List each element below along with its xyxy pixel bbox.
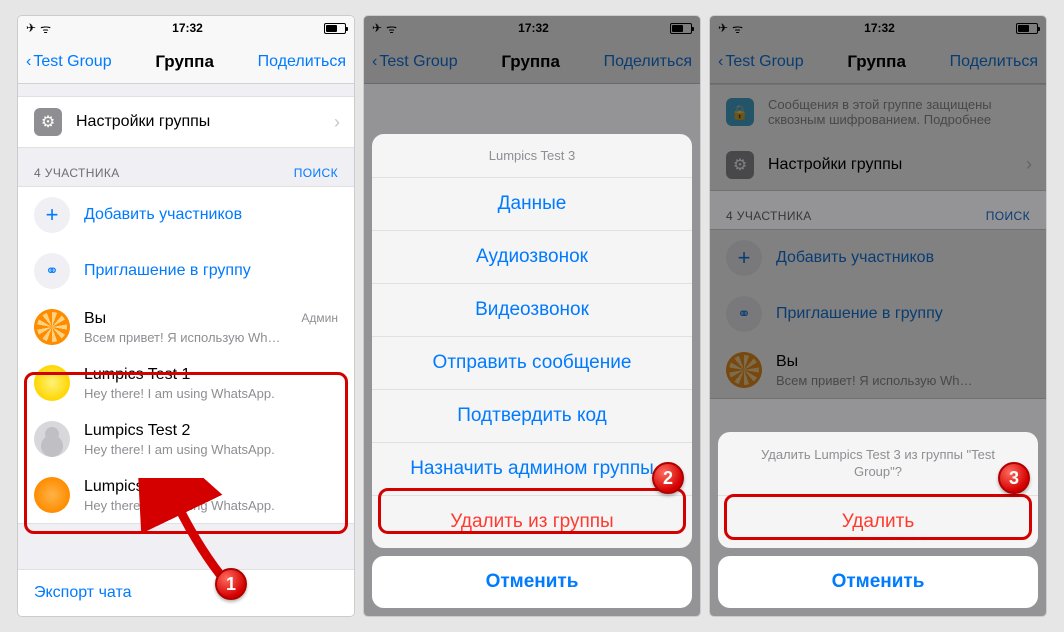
export-chat[interactable]: Экспорт чата xyxy=(18,569,354,616)
sheet-option-audio-call[interactable]: Аудиозвонок xyxy=(372,231,692,284)
nav-bar: ‹Test Group Группа Поделиться xyxy=(18,40,354,84)
participant-row[interactable]: Lumpics Test 2 Hey there! I am using Wha… xyxy=(18,411,354,468)
admin-badge: Админ xyxy=(301,311,338,325)
add-participants-row[interactable]: + Добавить участников xyxy=(18,186,354,244)
confirm-prompt: Удалить Lumpics Test 3 из группы "Test G… xyxy=(718,432,1038,496)
status-time: 17:32 xyxy=(172,21,203,35)
avatar xyxy=(34,477,70,513)
invite-link-row[interactable]: ⚭ Приглашение в группу xyxy=(18,243,354,300)
group-settings-row[interactable]: ⚙ Настройки группы › xyxy=(18,96,354,148)
sheet-option-info[interactable]: Данные xyxy=(372,178,692,231)
airplane-icon: ✈︎ xyxy=(26,21,36,35)
participant-you[interactable]: Вы Всем привет! Я использую Wh… Админ xyxy=(18,299,354,356)
annotation-badge-3: 3 xyxy=(998,462,1030,494)
gear-icon: ⚙ xyxy=(34,108,62,136)
avatar xyxy=(34,309,70,345)
chevron-left-icon: ‹ xyxy=(26,53,31,71)
sheet-option-video-call[interactable]: Видеозвонок xyxy=(372,284,692,337)
battery-icon xyxy=(324,23,346,34)
search-participants[interactable]: ПОИСК xyxy=(294,166,338,180)
nav-title: Группа xyxy=(155,52,214,72)
participant-row[interactable]: Lumpics Test 3 Hey there! I am using Wha… xyxy=(18,467,354,524)
sheet-cancel[interactable]: Отменить xyxy=(718,556,1038,608)
chevron-right-icon: › xyxy=(334,112,340,133)
sheet-option-verify-code[interactable]: Подтвердить код xyxy=(372,390,692,443)
annotation-badge-2: 2 xyxy=(652,462,684,494)
share-button[interactable]: Поделиться xyxy=(258,53,346,71)
sheet-option-make-admin[interactable]: Назначить админом группы xyxy=(372,443,692,496)
sheet-option-remove[interactable]: Удалить из группы xyxy=(372,496,692,548)
annotation-badge-1: 1 xyxy=(215,568,247,600)
avatar xyxy=(34,421,70,457)
link-icon: ⚭ xyxy=(34,253,70,289)
confirm-delete[interactable]: Удалить xyxy=(718,496,1038,548)
wifi-icon: ᯤ xyxy=(40,20,51,37)
confirm-sheet: Удалить Lumpics Test 3 из группы "Test G… xyxy=(718,432,1038,608)
participants-header: 4 УЧАСТНИКА ПОИСК xyxy=(18,148,354,186)
sheet-title: Lumpics Test 3 xyxy=(372,134,692,178)
status-bar: ✈︎ ᯤ 17:32 xyxy=(18,16,354,40)
back-button[interactable]: ‹Test Group xyxy=(26,53,112,71)
avatar xyxy=(34,365,70,401)
participant-row[interactable]: Lumpics Test 1 Hey there! I am using Wha… xyxy=(18,355,354,412)
action-sheet: Lumpics Test 3 Данные Аудиозвонок Видеоз… xyxy=(372,134,692,608)
sheet-option-send-message[interactable]: Отправить сообщение xyxy=(372,337,692,390)
plus-icon: + xyxy=(34,197,70,233)
sheet-cancel[interactable]: Отменить xyxy=(372,556,692,608)
